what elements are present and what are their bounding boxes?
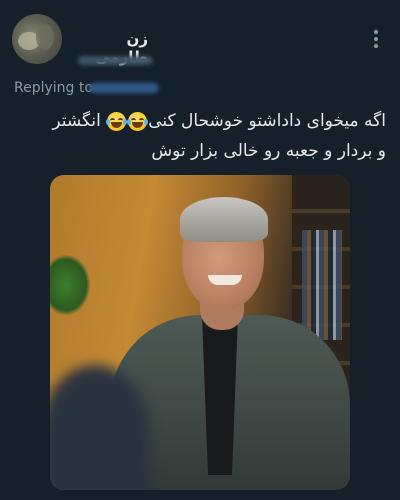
more-options-icon[interactable] bbox=[366, 26, 386, 52]
image-books bbox=[302, 230, 342, 340]
tweet-text-line2: و بردار و جعبه رو خالی بزار توش bbox=[151, 141, 386, 161]
user-avatar[interactable] bbox=[12, 14, 62, 64]
tweet-text-part: اگه میخوای داداشتو خوشحال کنی bbox=[148, 111, 386, 131]
tweet: زن طارمی Replying to اگه میخوای داداشتو … bbox=[0, 0, 400, 500]
image-plant bbox=[50, 255, 90, 315]
tweet-text: اگه میخوای داداشتو خوشحال کنی انگشتر و ب… bbox=[30, 106, 386, 166]
image-person-hair bbox=[180, 197, 268, 242]
handle-redacted bbox=[78, 56, 153, 65]
replying-to-label: Replying to bbox=[14, 80, 93, 96]
emoji-group bbox=[106, 106, 149, 136]
laughing-emoji-icon bbox=[127, 111, 149, 131]
reply-mention-redacted[interactable] bbox=[89, 83, 159, 93]
image-person-smile bbox=[208, 275, 242, 285]
tweet-text-part: انگشتر bbox=[52, 111, 101, 131]
laughing-emoji-icon bbox=[106, 111, 128, 131]
tweet-media-image[interactable] bbox=[50, 175, 350, 490]
avatar-shape bbox=[36, 24, 54, 50]
